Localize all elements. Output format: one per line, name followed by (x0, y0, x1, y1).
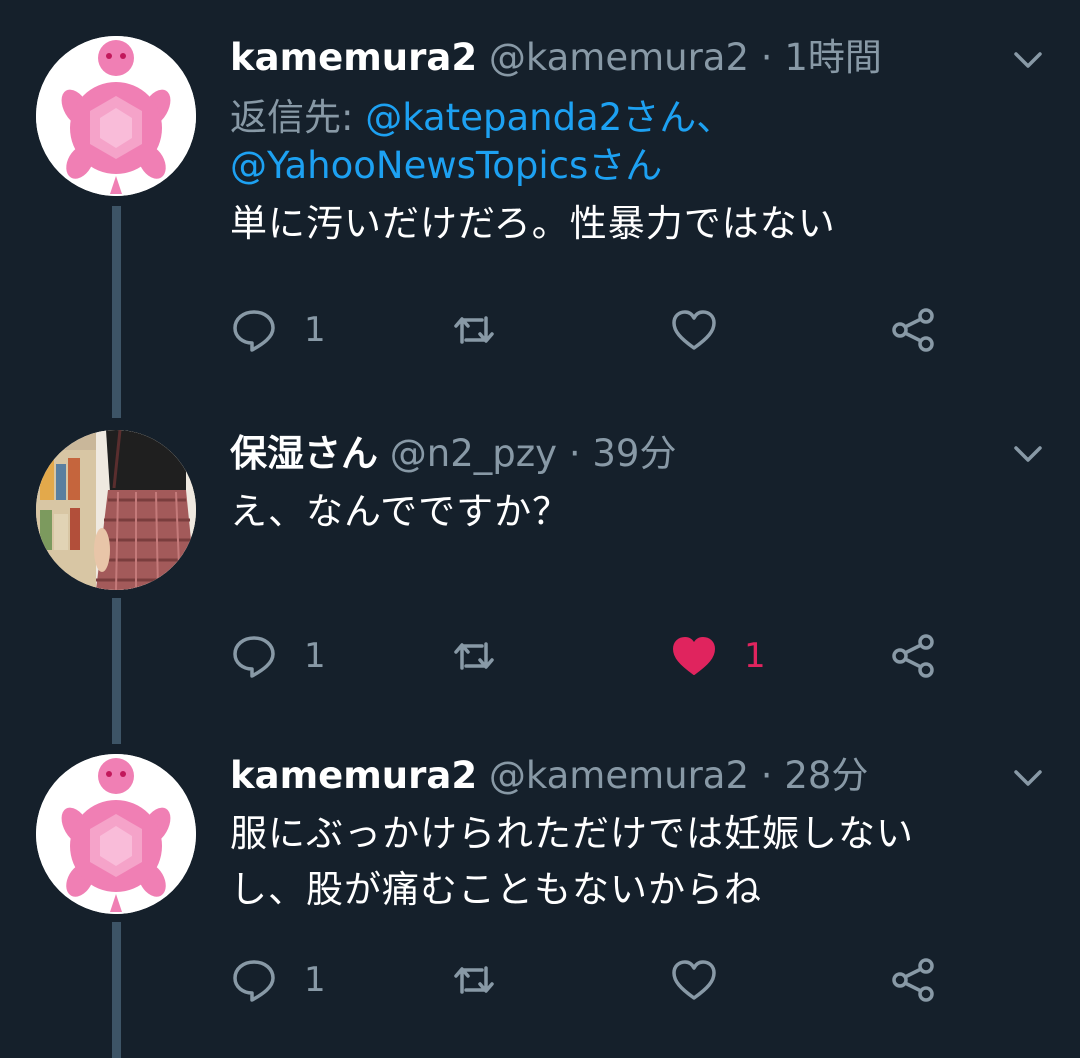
like-count: 1 (744, 636, 766, 676)
separator: · (568, 432, 581, 475)
reply-icon (233, 310, 275, 352)
tweet[interactable]: 保湿さん @n2_pzy · 39分 え、なんでですか？ 1 1 (0, 400, 1080, 740)
heart-filled-icon (673, 637, 715, 675)
retweet-button[interactable] (450, 628, 524, 684)
handle[interactable]: @n2_pzy (390, 432, 557, 475)
display-name[interactable]: 保湿さん (230, 432, 378, 475)
chevron-down-icon[interactable] (1008, 758, 1048, 798)
retweet-icon (454, 966, 494, 994)
share-button[interactable] (890, 628, 938, 684)
pink-turtle-icon (36, 754, 196, 914)
retweet-button[interactable] (450, 952, 524, 1008)
reply-count: 1 (304, 960, 326, 1000)
reply-button[interactable]: 1 (230, 628, 326, 684)
tweet[interactable]: kamemura2 @kamemura2 · 1時間 返信先: @katepan… (0, 0, 1080, 400)
retweet-icon (454, 316, 494, 344)
tweet-text: 服にぶっかけられただけでは妊娠しない し、股が痛むこともないからね (230, 806, 1040, 918)
display-name[interactable]: kamemura2 (230, 754, 477, 797)
mention-link[interactable]: @katepanda2さん、 (365, 96, 733, 139)
reply-icon (233, 960, 275, 1002)
timestamp[interactable]: 28分 (784, 754, 868, 797)
chevron-down-icon[interactable] (1008, 434, 1048, 474)
reply-count: 1 (304, 310, 326, 350)
share-icon (892, 308, 934, 352)
share-button[interactable] (890, 302, 938, 358)
pink-turtle-icon (36, 36, 196, 196)
share-icon (892, 634, 934, 678)
reply-to: 返信先: @katepanda2さん、 @YahooNewsTopicsさん (230, 94, 1040, 190)
tweet-actions: 1 (230, 952, 950, 1008)
handle[interactable]: @kamemura2 (489, 36, 749, 79)
tweet-header: kamemura2 @kamemura2 · 28分 (230, 752, 1040, 800)
avatar[interactable] (36, 36, 196, 196)
tweet-actions: 1 (230, 302, 950, 358)
chevron-down-icon[interactable] (1008, 40, 1048, 80)
photo-avatar (36, 430, 196, 590)
timestamp[interactable]: 1時間 (784, 36, 882, 79)
tweet-text: 単に汚いだけだろ。性暴力ではない (230, 202, 836, 245)
tweet-text-line: 服にぶっかけられただけでは妊娠しない (230, 812, 914, 855)
share-button[interactable] (890, 952, 938, 1008)
timestamp[interactable]: 39分 (592, 432, 676, 475)
separator: · (760, 36, 773, 79)
like-button[interactable] (670, 302, 744, 358)
mention-link[interactable]: @YahooNewsTopicsさん (230, 144, 662, 187)
tweet-header: kamemura2 @kamemura2 · 1時間 (230, 34, 1040, 82)
avatar[interactable] (36, 754, 196, 914)
like-button[interactable]: 1 (670, 628, 766, 684)
heart-icon (672, 310, 716, 350)
retweet-icon (454, 642, 494, 670)
retweet-button[interactable] (450, 302, 524, 358)
tweet-text: え、なんでですか？ (230, 490, 571, 533)
tweet[interactable]: kamemura2 @kamemura2 · 28分 服にぶっかけられただけでは… (0, 740, 1080, 1058)
reply-icon (233, 636, 275, 678)
tweet-actions: 1 1 (230, 628, 950, 684)
heart-icon (672, 960, 716, 1000)
reply-button[interactable]: 1 (230, 952, 326, 1008)
tweet-text-line: し、股が痛むこともないからね (230, 868, 762, 911)
like-button[interactable] (670, 952, 744, 1008)
tweet-header: 保湿さん @n2_pzy · 39分 (230, 430, 1040, 478)
separator: · (760, 754, 773, 797)
reply-button[interactable]: 1 (230, 302, 326, 358)
display-name[interactable]: kamemura2 (230, 36, 477, 79)
avatar[interactable] (36, 430, 196, 590)
reply-count: 1 (304, 636, 326, 676)
share-icon (892, 958, 934, 1002)
reply-prefix: 返信先: (230, 96, 354, 139)
handle[interactable]: @kamemura2 (489, 754, 749, 797)
